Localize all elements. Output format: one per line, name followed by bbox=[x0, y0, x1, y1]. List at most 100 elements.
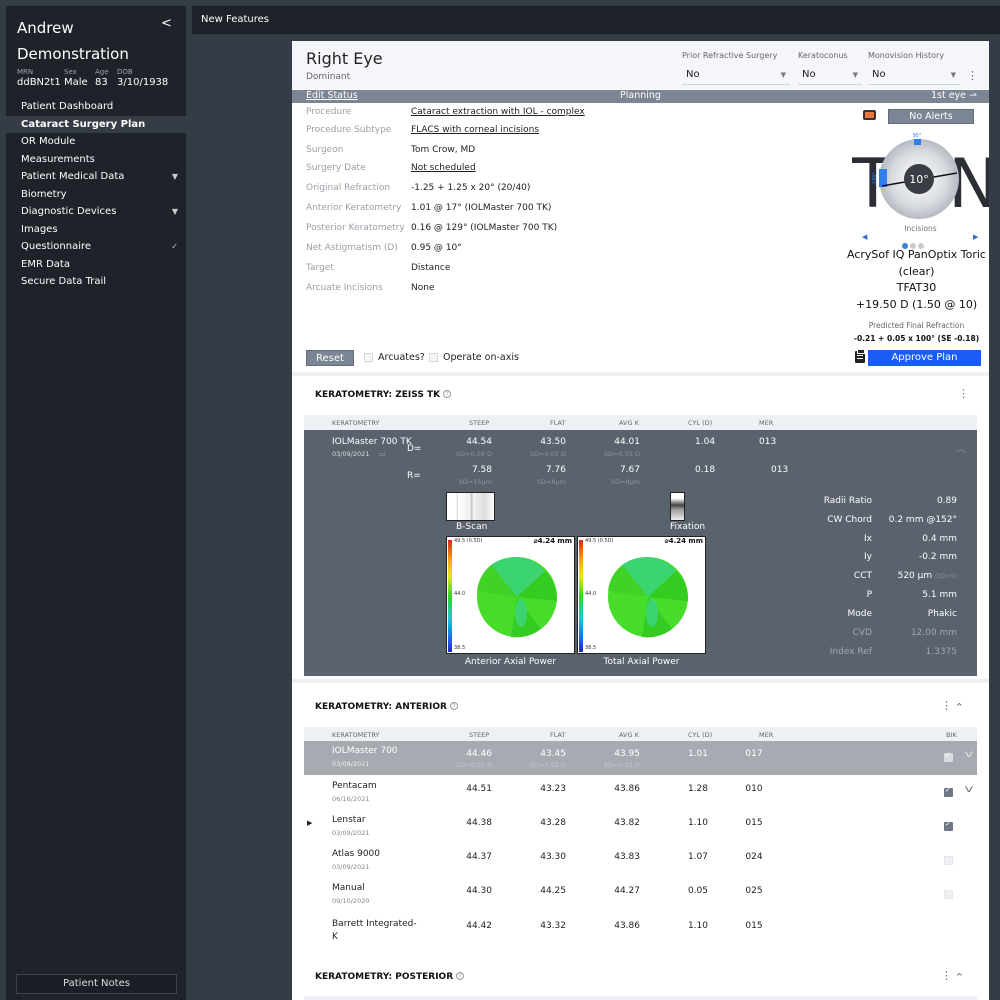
sidebar-item-images[interactable]: Images bbox=[6, 221, 186, 239]
marker-180-label: 180° bbox=[872, 171, 878, 184]
sidebar-item-cataract-surgery-plan[interactable]: Cataract Surgery Plan bbox=[6, 115, 186, 133]
sidebar-nav: Patient Dashboard Cataract Surgery Plan … bbox=[6, 98, 186, 291]
eye-title: Right Eye bbox=[306, 49, 383, 68]
posterior-table-header bbox=[304, 996, 977, 1000]
caret-down-icon[interactable]: ▼ bbox=[172, 203, 178, 221]
dropdown-arrow-icon: ▼ bbox=[852, 71, 858, 79]
operate-on-axis-checkbox[interactable] bbox=[429, 353, 438, 362]
total-axial-power-map[interactable]: 49.5 (0.5D) 44.0 38.5 ⌀4.24 mm bbox=[577, 536, 706, 654]
marker-95-label: 95° bbox=[913, 133, 922, 139]
procedure-subtype-link[interactable]: FLACS with corneal incisions bbox=[411, 125, 539, 135]
expand-row-icon[interactable]: v bbox=[965, 784, 974, 795]
check-icon: ✓ bbox=[171, 242, 178, 251]
table-row[interactable]: Atlas 9000 03/09/2021 44.37 43.30 43.83 … bbox=[304, 844, 977, 878]
help-icon[interactable]: ? bbox=[456, 972, 465, 980]
reset-button[interactable]: Reset bbox=[306, 350, 354, 366]
table-row[interactable]: Pentacam 06/16/2021 44.51 43.23 43.86 1.… bbox=[304, 776, 977, 810]
incision-marker-180 bbox=[879, 169, 887, 187]
sidebar-item-patient-medical-data[interactable]: Patient Medical Data ▼ bbox=[6, 168, 186, 186]
edit-status-link[interactable]: Edit Status bbox=[306, 90, 358, 101]
table-row[interactable]: ▶ Lenstar 03/09/2021 44.38 43.28 43.82 1… bbox=[304, 810, 977, 844]
dropdown-arrow-icon: ▼ bbox=[780, 71, 786, 79]
patient-notes-button[interactable]: Patient Notes bbox=[16, 974, 177, 994]
b-scan-thumbnail[interactable] bbox=[446, 492, 495, 521]
fixation-label: Fixation bbox=[670, 522, 706, 532]
more-options-icon[interactable]: ⋮ bbox=[941, 970, 952, 981]
chevron-left-icon[interactable]: < bbox=[161, 16, 172, 31]
expand-row-icon[interactable]: v bbox=[965, 749, 974, 760]
meta-sex: Sex Male bbox=[64, 68, 88, 88]
power-map-disc bbox=[477, 557, 558, 638]
approve-plan-button[interactable]: Approve Plan bbox=[868, 350, 981, 366]
iol-model: TFAT30 bbox=[896, 281, 937, 294]
meta-dob: DOB 3/10/1938 bbox=[117, 68, 169, 88]
iol-variant: (clear) bbox=[898, 264, 935, 278]
total-axial-power-label: Total Axial Power bbox=[603, 657, 680, 667]
prior-refractive-surgery-select[interactable]: No ▼ bbox=[682, 67, 790, 85]
arcuates-checkbox[interactable] bbox=[364, 353, 373, 362]
more-options-icon[interactable]: ⋮ bbox=[941, 700, 952, 711]
arcuates-label: Arcuates? bbox=[378, 352, 425, 363]
table-row[interactable]: Manual 09/10/2020 44.30 44.25 44.27 0.05… bbox=[304, 878, 977, 912]
table-row[interactable]: IOLMaster 700 03/09/2021 44.46 SD=0.02 D… bbox=[304, 741, 977, 775]
sidebar: Andrew Demonstration < MRN ddBN2t1 Sex Mal… bbox=[6, 6, 186, 1000]
eye-order-toggle[interactable]: 1st eye ⇀ bbox=[931, 90, 977, 101]
section-divider bbox=[292, 372, 989, 376]
bik-checkbox[interactable] bbox=[944, 751, 953, 762]
sidebar-item-patient-dashboard[interactable]: Patient Dashboard bbox=[6, 98, 186, 116]
collapse-section-icon[interactable]: ^ bbox=[956, 972, 963, 981]
r-label: R= bbox=[407, 471, 421, 481]
axis-value: 10° bbox=[909, 173, 929, 186]
sidebar-item-questionnaire[interactable]: Questionnaire ✓ bbox=[6, 238, 186, 256]
help-icon[interactable]: ? bbox=[443, 390, 452, 398]
sidebar-item-measurements[interactable]: Measurements bbox=[6, 151, 186, 169]
surgery-date-link[interactable]: Not scheduled bbox=[411, 163, 476, 173]
no-alerts-button[interactable]: No Alerts bbox=[888, 109, 974, 124]
monovision-history-select[interactable]: No ▼ bbox=[868, 67, 960, 85]
sidebar-item-biometry[interactable]: Biometry bbox=[6, 186, 186, 204]
surgery-plan-card: Right Eye Dominant Prior Refractive Surg… bbox=[292, 41, 989, 1000]
more-options-icon[interactable]: ⋮ bbox=[967, 70, 978, 81]
table-row[interactable]: Barrett Integrated-K 44.42 43.32 43.86 1… bbox=[304, 913, 977, 947]
comment-icon[interactable]: ▭ bbox=[379, 450, 386, 458]
info-surgeon: Surgeon Tom Crow, MD bbox=[306, 145, 476, 155]
color-scale bbox=[579, 540, 583, 652]
device-name: IOLMaster 700 TK bbox=[332, 437, 412, 447]
sidebar-item-diagnostic-devices[interactable]: Diagnostic Devices ▼ bbox=[6, 203, 186, 221]
bik-checkbox[interactable] bbox=[944, 820, 953, 831]
keratoconus-label: Keratoconus bbox=[798, 51, 848, 60]
page-scrollbar[interactable] bbox=[990, 41, 1000, 1000]
anterior-table-header: KERATOMETRY STEEP FLAT AVG K CYL (D) MER… bbox=[304, 727, 977, 742]
collapse-section-icon[interactable]: ^ bbox=[956, 702, 963, 711]
next-incision-icon[interactable]: ▶ bbox=[973, 233, 978, 241]
patient-first-name: Andrew bbox=[17, 19, 74, 37]
caret-down-icon[interactable]: ▼ bbox=[172, 168, 178, 186]
info-original-refraction: Original Refraction -1.25 + 1.25 x 20° (2… bbox=[306, 183, 531, 193]
sidebar-item-secure-data-trail[interactable]: Secure Data Trail bbox=[6, 273, 186, 291]
previous-incision-icon[interactable]: ◀ bbox=[862, 233, 867, 241]
fixation-thumbnail[interactable] bbox=[670, 492, 685, 521]
incisions-label: Incisions bbox=[904, 224, 937, 233]
meta-age: Age 83 bbox=[95, 68, 109, 88]
bik-checkbox[interactable] bbox=[944, 786, 953, 797]
d-label: D= bbox=[407, 444, 422, 454]
monitor-icon[interactable] bbox=[863, 110, 876, 120]
sidebar-item-emr-data[interactable]: EMR Data bbox=[6, 256, 186, 274]
new-features-link[interactable]: New Features bbox=[201, 14, 269, 25]
bik-checkbox[interactable] bbox=[944, 890, 953, 899]
info-net-astigmatism: Net Astigmatism (D) 0.95 @ 10° bbox=[306, 243, 462, 253]
anterior-axial-power-map[interactable]: 49.5 (0.5D) 44.0 38.5 ⌀4.24 mm bbox=[446, 536, 575, 654]
top-bar: New Features bbox=[192, 6, 1000, 34]
clipboard-icon[interactable] bbox=[855, 349, 865, 363]
device-date: 03/09/2021 bbox=[332, 450, 370, 458]
help-icon[interactable]: ? bbox=[449, 702, 458, 710]
procedure-link[interactable]: Cataract extraction with IOL - complex bbox=[411, 107, 585, 117]
row-caret-icon[interactable]: ▶ bbox=[307, 819, 312, 827]
info-surgery-date: Surgery Date Not scheduled bbox=[306, 163, 476, 173]
sidebar-item-or-module[interactable]: OR Module bbox=[6, 133, 186, 151]
plan-status: Planning bbox=[620, 90, 661, 101]
bik-checkbox[interactable] bbox=[944, 856, 953, 865]
more-options-icon[interactable]: ⋮ bbox=[958, 388, 969, 399]
keratoconus-select[interactable]: No ▼ bbox=[798, 67, 862, 85]
collapse-chevron-icon[interactable]: ︿ bbox=[956, 440, 966, 455]
